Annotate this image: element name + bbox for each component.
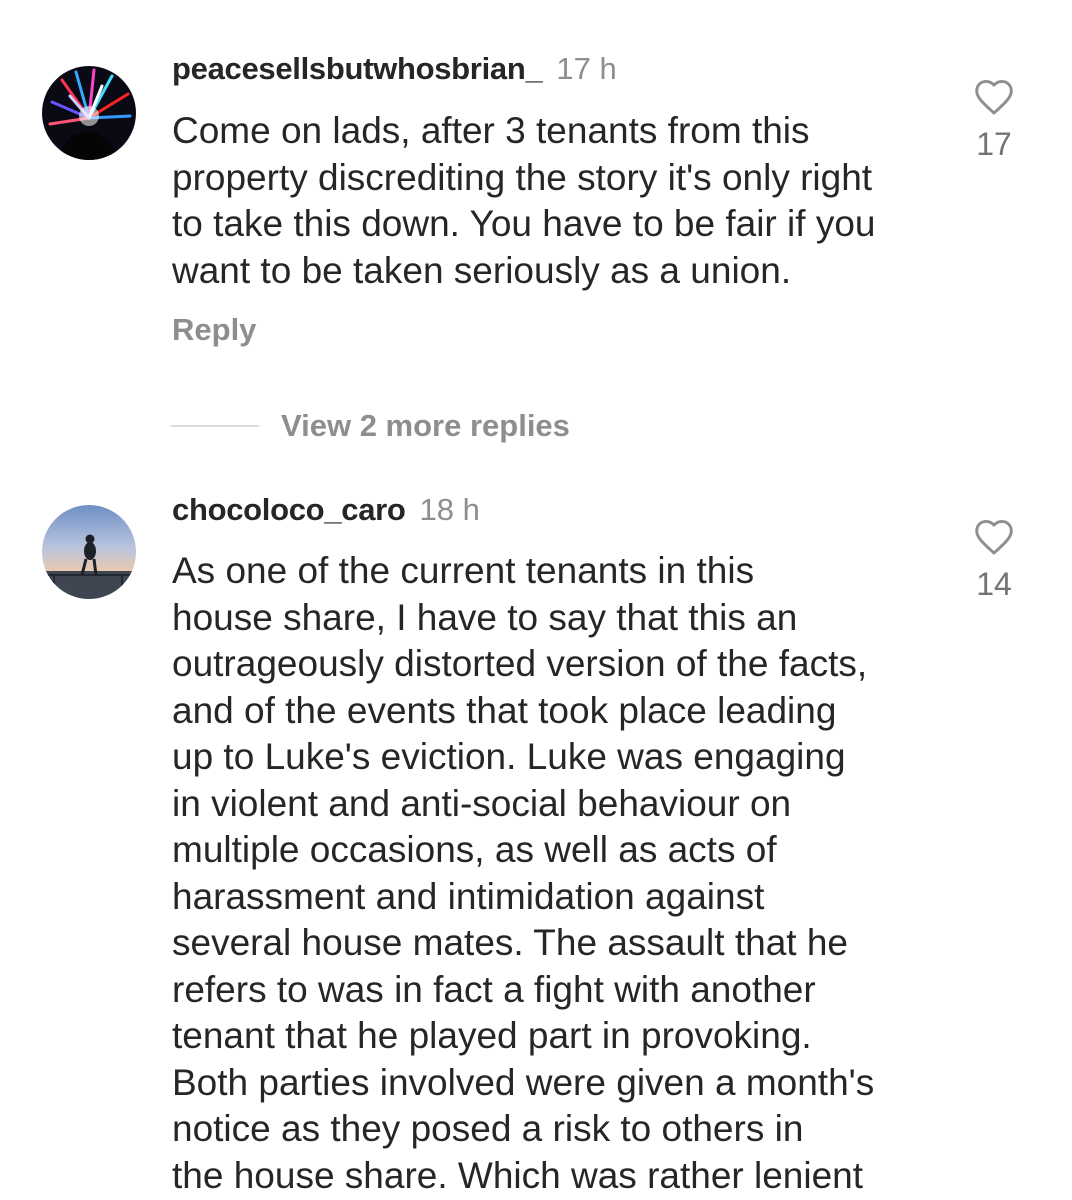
view-more-replies-button[interactable]: View 2 more replies bbox=[171, 404, 570, 448]
comment-text-line: multiple occasions, as well as acts of bbox=[172, 829, 777, 870]
comment-text-line: tenant that he played part in provoking. bbox=[172, 1015, 812, 1056]
comment-text-line: outrageously distorted version of the fa… bbox=[172, 643, 868, 684]
comment-text-line: up to Luke's eviction. Luke was engaging bbox=[172, 736, 846, 777]
comment-text: Come on lads, after 3 tenants from this … bbox=[172, 108, 962, 294]
reply-button[interactable]: Reply bbox=[172, 312, 256, 348]
view-more-replies-label: View 2 more replies bbox=[281, 408, 570, 443]
comment-text-line: As one of the current tenants in this bbox=[172, 550, 755, 591]
avatar[interactable] bbox=[42, 66, 136, 160]
comment-text-line: in violent and anti-social behaviour on bbox=[172, 782, 792, 824]
comment-text: As one of the current tenants in this ho… bbox=[172, 548, 962, 1199]
comment-item: chocoloco_caro 18 h As one of the current… bbox=[0, 460, 1072, 1200]
comment-text-line: and of the events that took place leadin… bbox=[172, 689, 837, 731]
like-control: 17 bbox=[966, 78, 1022, 162]
comment-meta: chocoloco_caro 18 h bbox=[172, 490, 480, 530]
username[interactable]: chocoloco_caro bbox=[172, 492, 406, 527]
like-count: 17 bbox=[976, 126, 1012, 162]
comment-text-line: notice as they posed a risk to others in bbox=[172, 1108, 804, 1149]
comment-text-line: to take this down. You have to be fair i… bbox=[172, 203, 876, 244]
comment-text-line: several house mates. The assault that he bbox=[172, 922, 848, 963]
timestamp: 18 h bbox=[419, 492, 480, 527]
heart-outline-icon[interactable] bbox=[973, 78, 1015, 116]
replies-divider bbox=[171, 425, 259, 427]
username[interactable]: peacesellsbutwhosbrian_ bbox=[172, 51, 543, 86]
comment-text-line: want to be taken seriously as a union. bbox=[172, 249, 792, 291]
avatar-image bbox=[42, 505, 136, 599]
comment-text-line: harassment and intimidation against bbox=[172, 875, 765, 917]
comment-text-line: Come on lads, after 3 tenants from this bbox=[172, 110, 810, 151]
comment-text-line: refers to was in fact a fight with anoth… bbox=[172, 968, 816, 1010]
like-control: 14 bbox=[966, 518, 1022, 602]
timestamp: 17 h bbox=[556, 51, 617, 86]
avatar-image bbox=[42, 66, 136, 160]
comment-text-line: property discrediting the story it's onl… bbox=[172, 156, 873, 198]
heart-outline-icon[interactable] bbox=[973, 518, 1015, 556]
comment-item: peacesellsbutwhosbrian_ 17 h Come on lads… bbox=[0, 0, 1072, 460]
comment-meta: peacesellsbutwhosbrian_ 17 h bbox=[172, 49, 617, 89]
comment-text-line: Both parties involved were given a month… bbox=[172, 1061, 875, 1103]
comment-text-line: house share, I have to say that this an bbox=[172, 596, 798, 638]
avatar[interactable] bbox=[42, 505, 136, 599]
comment-text-line: the house share. Which was rather lenien… bbox=[172, 1154, 864, 1196]
like-count: 14 bbox=[976, 566, 1012, 602]
